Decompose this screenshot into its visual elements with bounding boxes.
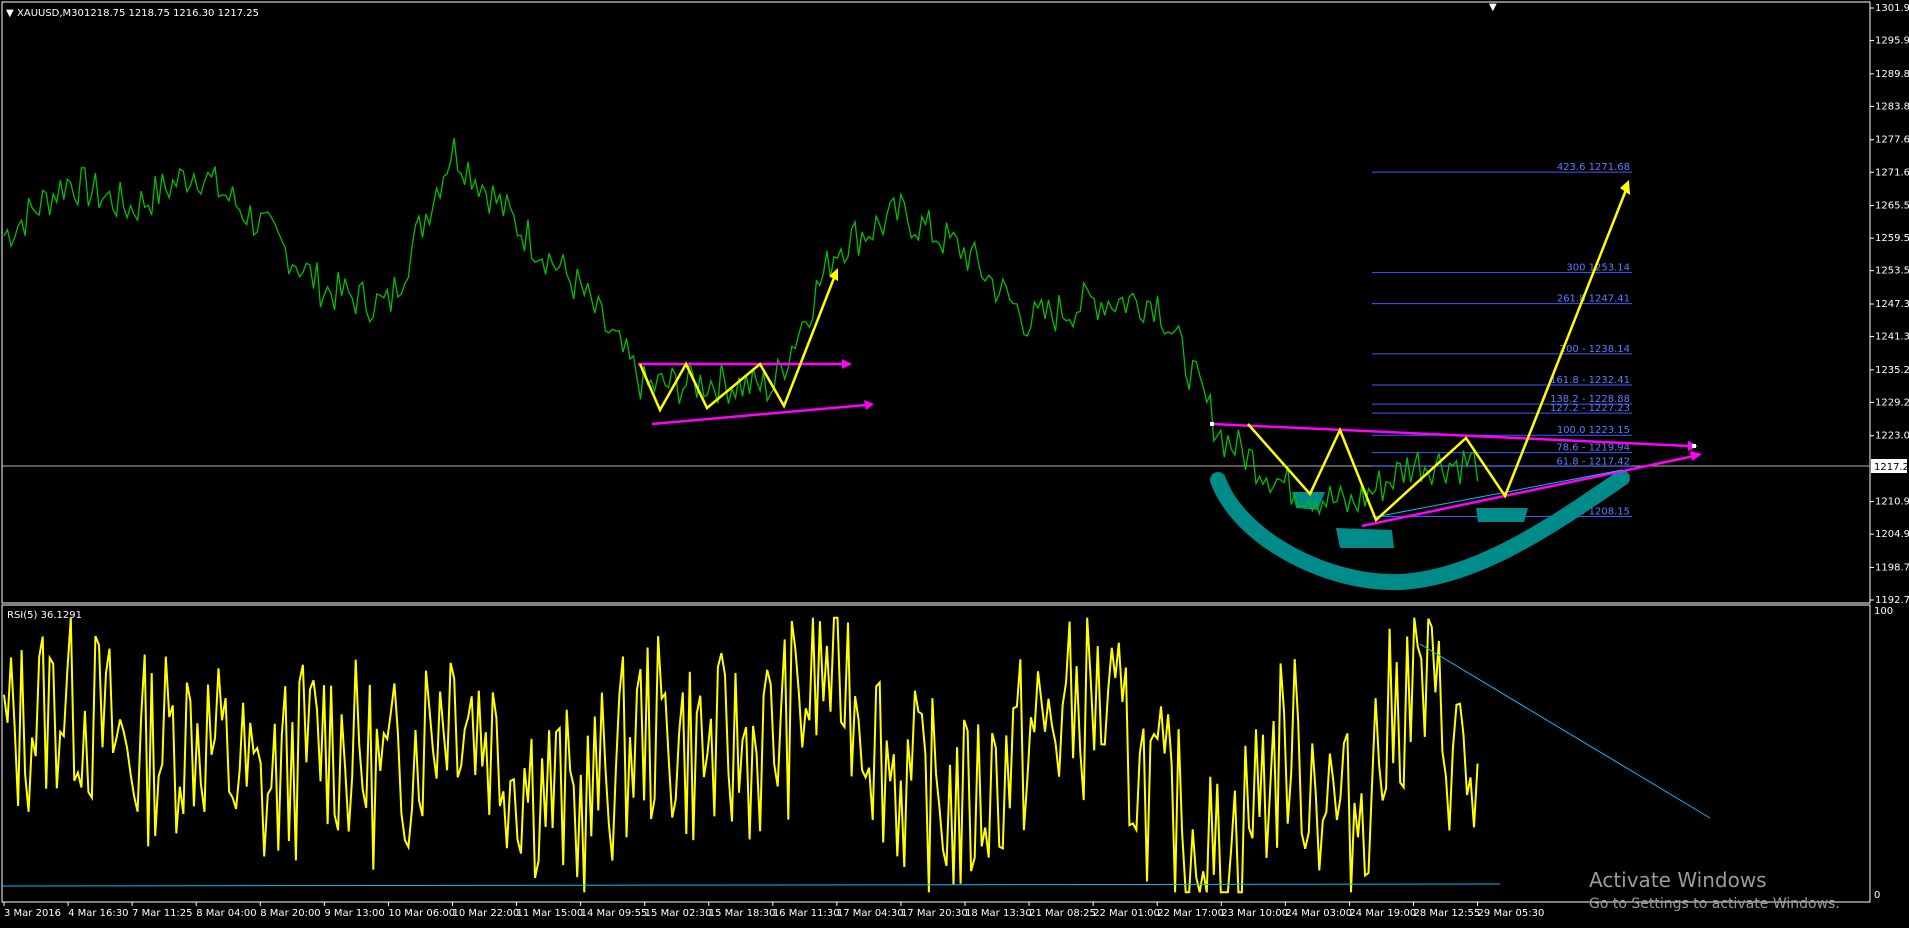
symbol-dropdown-icon[interactable]: ▼ <box>6 8 14 19</box>
price-tick-label: 1210.90 <box>1875 497 1909 508</box>
price-tick-label: 1235.20 <box>1875 365 1909 376</box>
time-tick-label: 17 Mar 20:30 <box>901 908 968 919</box>
ohlc-values: 1218.75 1218.75 1216.30 1217.25 <box>84 8 259 19</box>
price-tick-label: 1265.50 <box>1875 201 1909 212</box>
activate-windows-watermark: Activate Windows Go to Settings to activ… <box>1589 868 1840 912</box>
time-tick-label: 8 Mar 04:00 <box>196 908 256 919</box>
price-tick-label: 1271.65 <box>1875 167 1909 178</box>
handle-highlight-2 <box>1336 528 1394 548</box>
fib-level-label: 127.2 - 1227.23 <box>1550 403 1630 414</box>
price-axis: 1301.95 1295.95 1289.80 1283.80 1277.65 1271.… <box>1870 3 1909 606</box>
time-tick-label: 24 Mar 03:00 <box>1285 908 1352 919</box>
price-tick-label: 1192.75 <box>1875 595 1909 606</box>
time-tick-label: 24 Mar 19:00 <box>1349 908 1416 919</box>
time-tick-label: 18 Mar 13:30 <box>965 908 1032 919</box>
time-tick-label: 16 Mar 11:30 <box>773 908 840 919</box>
fib-level-label: 61.8 - 1217.42 <box>1556 456 1630 467</box>
time-tick-label: 11 Mar 15:00 <box>517 908 584 919</box>
time-tick-label: 22 Mar 17:00 <box>1157 908 1224 919</box>
fib-level-label: 100.0 1223.15 <box>1557 425 1630 436</box>
watermark-title: Activate Windows <box>1589 868 1767 892</box>
price-tick-label: 1253.50 <box>1875 266 1909 277</box>
time-tick-label: 29 Mar 05:30 <box>1478 908 1545 919</box>
chart-canvas: ▼ XAUUSD,M30 1218.75 1218.75 1216.30 121… <box>1 1 1909 919</box>
price-tick-label: 1283.80 <box>1875 101 1909 112</box>
rsi-axis-top-label: 100 <box>1874 606 1893 617</box>
fib-level-label: 161.8 - 1232.41 <box>1550 375 1630 386</box>
fib-level-label: 200 - 1238.14 <box>1560 344 1630 355</box>
time-tick-label: 22 Mar 01:00 <box>1093 908 1160 919</box>
price-tick-label: 1289.80 <box>1875 69 1909 80</box>
time-tick-label: 7 Mar 11:25 <box>132 908 192 919</box>
price-tick-label: 1229.20 <box>1875 397 1909 408</box>
fib-level-label: 261.8 1247.41 <box>1557 294 1630 305</box>
time-tick-label: 4 Mar 16:30 <box>68 908 128 919</box>
fib-level-label: 300 1253.14 <box>1566 263 1630 274</box>
watermark-subtitle: Go to Settings to activate Windows. <box>1589 896 1840 912</box>
handle-highlight-3 <box>1476 508 1528 522</box>
time-tick-label: 28 Mar 12:55 <box>1413 908 1480 919</box>
current-price-label: 1217.25 <box>1874 462 1909 473</box>
time-axis: 3 Mar 2016 4 Mar 16:30 7 Mar 11:25 8 Mar 04… <box>3 902 1545 919</box>
time-tick-label: 10 Mar 22:00 <box>452 908 519 919</box>
rsi-axis: 100 0 <box>1874 606 1893 901</box>
time-tick-label: 9 Mar 13:00 <box>324 908 384 919</box>
trendline-anchor-handle[interactable] <box>1210 422 1214 426</box>
price-tick-label: 1247.35 <box>1875 299 1909 310</box>
price-tick-label: 1241.35 <box>1875 332 1909 343</box>
time-tick-label: 14 Mar 09:55 <box>581 908 648 919</box>
time-tick-label: 21 Mar 08:25 <box>1029 908 1096 919</box>
price-tick-label: 1198.75 <box>1875 562 1909 573</box>
time-tick-label: 8 Mar 20:00 <box>260 908 320 919</box>
trendline-end-handle[interactable] <box>1692 444 1696 448</box>
fib-level-label: 423.6 1271.68 <box>1557 162 1630 173</box>
price-tick-label: 1204.90 <box>1875 529 1909 540</box>
rsi-axis-bottom-label: 0 <box>1874 890 1880 901</box>
price-tick-label: 1223.05 <box>1875 431 1909 442</box>
time-tick-label: 23 Mar 10:00 <box>1221 908 1288 919</box>
time-tick-label: 15 Mar 02:30 <box>645 908 712 919</box>
price-tick-label: 1277.65 <box>1875 135 1909 146</box>
price-tick-label: 1295.95 <box>1875 36 1909 47</box>
time-tick-label: 17 Mar 04:30 <box>837 908 904 919</box>
shift-marker-icon[interactable]: ▼ <box>1489 2 1497 13</box>
time-tick-label: 10 Mar 06:00 <box>388 908 455 919</box>
time-tick-label: 3 Mar 2016 <box>4 908 61 919</box>
time-tick-label: 15 Mar 18:30 <box>709 908 776 919</box>
fib-level-label: 78.6 - 1219.94 <box>1556 443 1630 454</box>
price-tick-label: 1301.95 <box>1875 3 1909 14</box>
price-tick-label: 1259.50 <box>1875 233 1909 244</box>
symbol-label: XAUUSD,M30 <box>17 8 84 19</box>
